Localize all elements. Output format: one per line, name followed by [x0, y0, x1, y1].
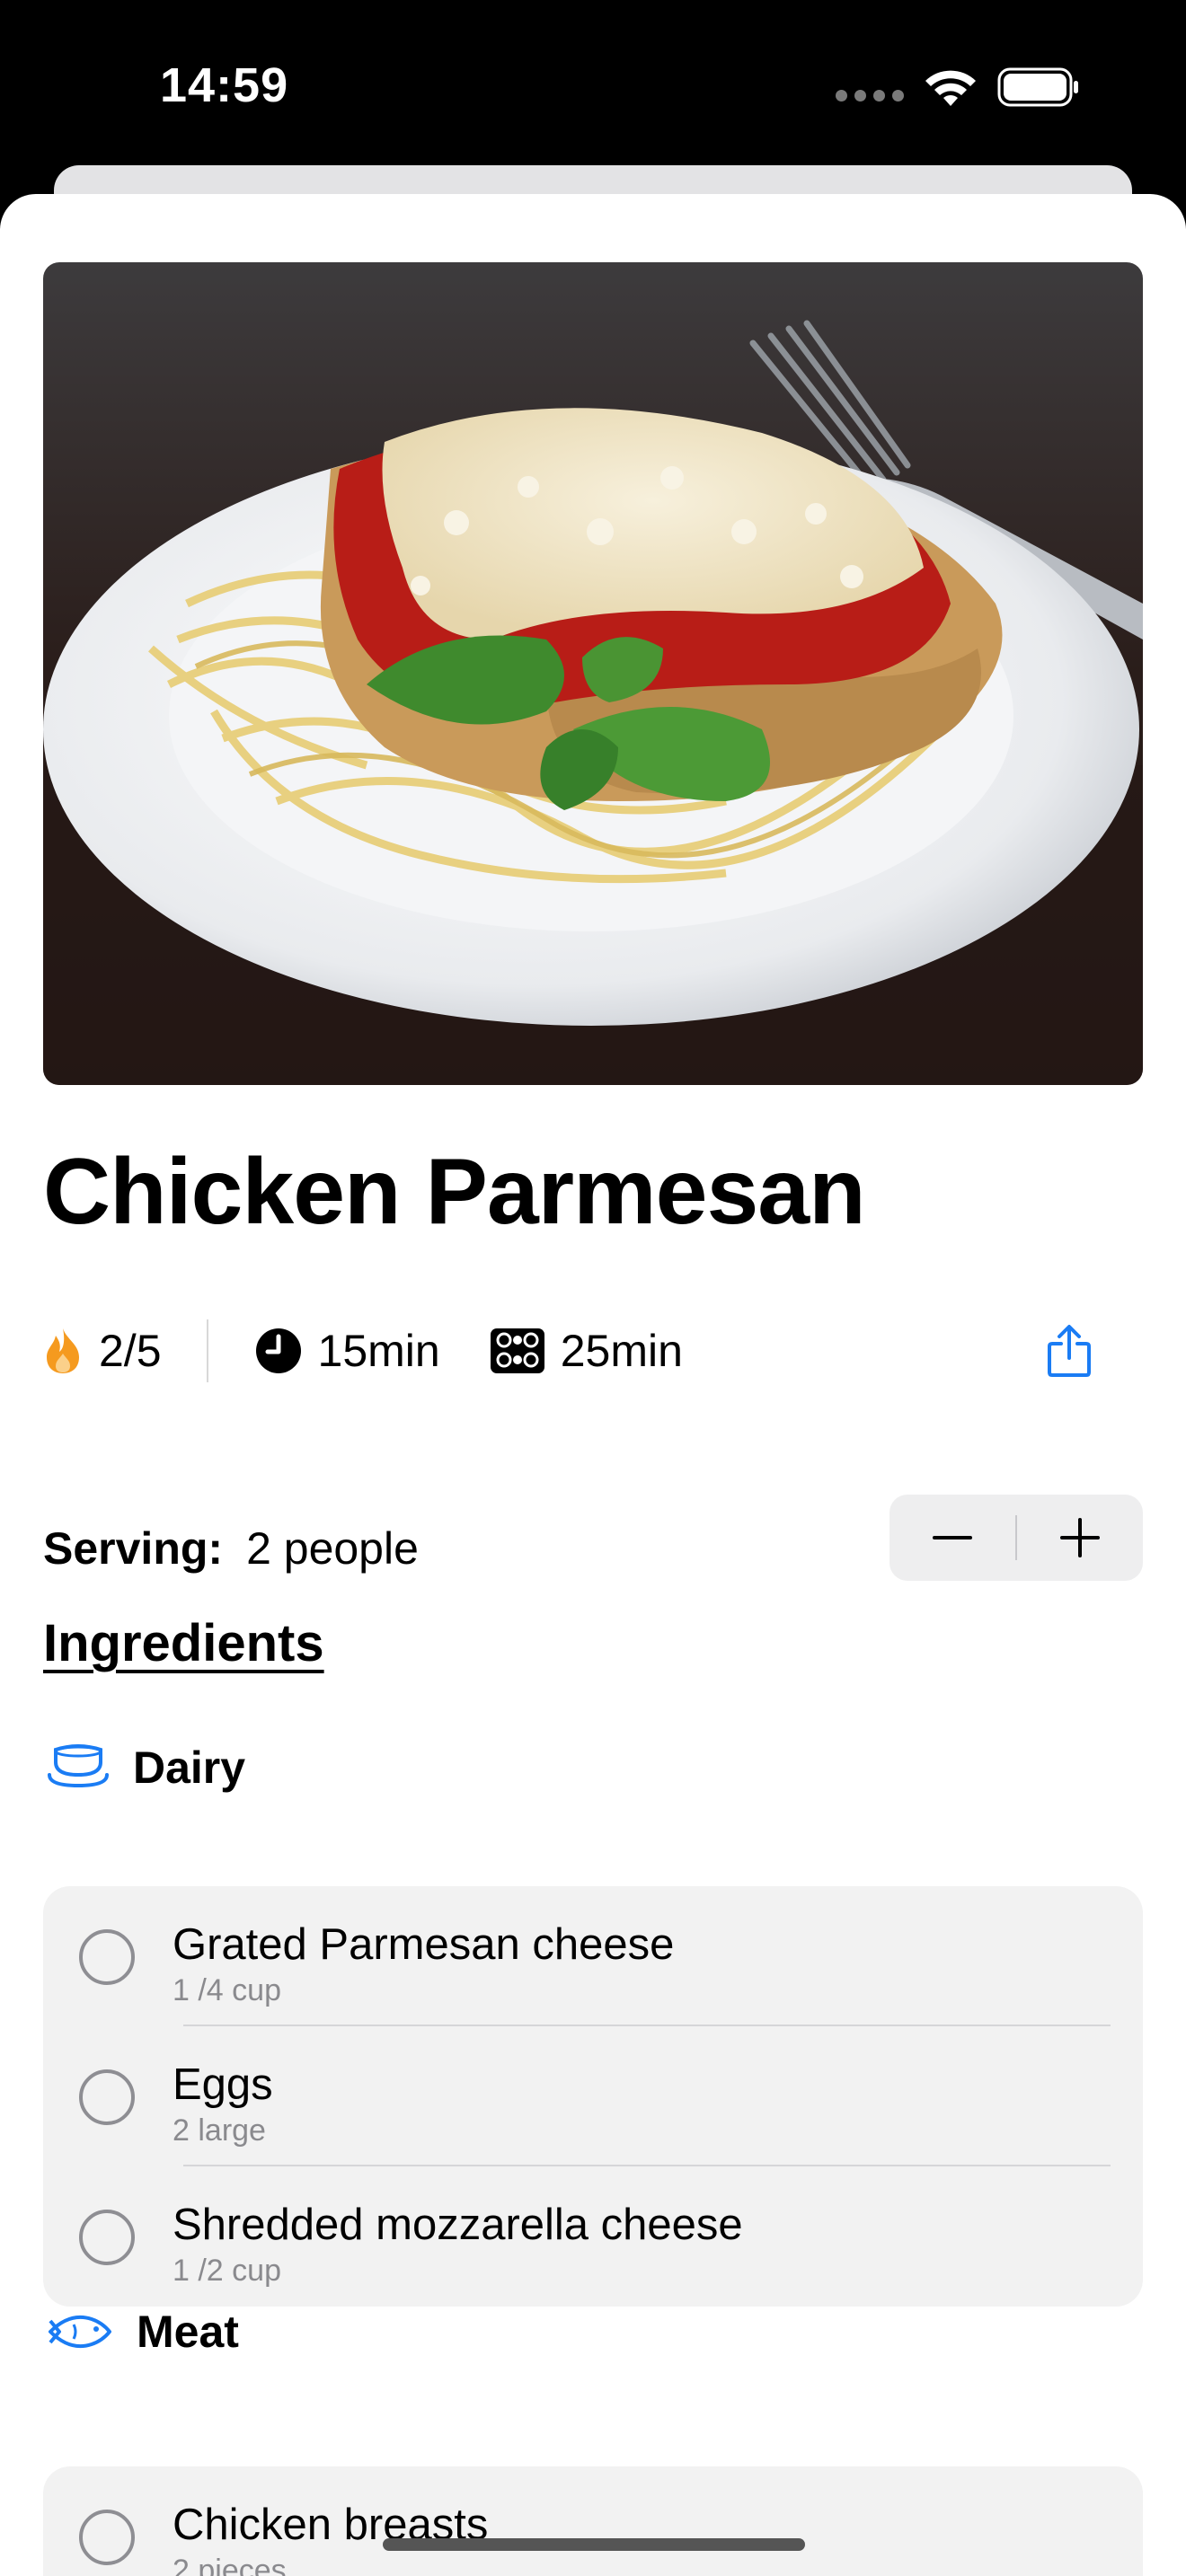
serving-label: Serving: — [43, 1523, 224, 1574]
share-icon — [1048, 1325, 1091, 1377]
ingredient-row: Chicken breasts 2 pieces — [43, 2466, 1143, 2576]
checkbox[interactable] — [79, 2210, 135, 2265]
ingredient-amount: 2 pieces — [173, 2554, 287, 2576]
cook-time: 25min — [490, 1325, 683, 1377]
difficulty-value: 2/5 — [99, 1326, 162, 1376]
cellular-signal-icon — [836, 89, 904, 101]
minus-icon — [933, 1536, 972, 1539]
fish-icon — [49, 2315, 111, 2349]
section-header-meat: Meat — [47, 2296, 239, 2368]
prep-time: 15min — [255, 1325, 440, 1377]
ingredient-row: Grated Parmesan cheese 1 /4 cup — [43, 1886, 1143, 2026]
serving-value: 2 people — [246, 1523, 419, 1574]
section-title-meat: Meat — [137, 2307, 239, 2357]
serving-row: Serving: 2 people — [43, 1513, 419, 1584]
status-time: 14:59 — [160, 58, 289, 112]
status-bar: 14:59 — [0, 0, 1186, 162]
ingredient-text: Eggs 2 large — [173, 2059, 273, 2150]
ingredient-text: Chicken breasts 2 pieces — [173, 2499, 488, 2576]
serving-stepper — [890, 1495, 1143, 1581]
home-indicator[interactable] — [383, 2538, 805, 2551]
prep-time-value: 15min — [317, 1326, 440, 1376]
increment-button[interactable] — [1017, 1495, 1143, 1581]
checkbox[interactable] — [79, 2069, 135, 2125]
decrement-button[interactable] — [890, 1495, 1015, 1581]
status-icons — [836, 66, 1080, 108]
cup-and-saucer-icon — [48, 1744, 109, 1788]
share-button[interactable] — [1033, 1313, 1105, 1389]
checkbox[interactable] — [79, 1929, 135, 1985]
ingredients-heading: Ingredients — [43, 1614, 324, 1672]
checkbox[interactable] — [79, 2510, 135, 2565]
ingredient-name: Eggs — [173, 2060, 273, 2109]
battery-icon — [997, 67, 1078, 107]
section-header-dairy: Dairy — [47, 1732, 245, 1804]
recipe-image — [43, 262, 1143, 1085]
section-title-dairy: Dairy — [133, 1742, 246, 1793]
ingredient-amount: 1 /4 cup — [173, 1973, 281, 2007]
recipe-sheet: Chicken Parmesan 2/5 15min 25min Serving… — [0, 194, 1186, 2576]
difficulty-rating: 2/5 — [43, 1325, 162, 1377]
ingredient-text: Grated Parmesan cheese 1 /4 cup — [173, 1919, 674, 2010]
plus-icon — [1060, 1518, 1100, 1557]
wifi-icon — [925, 70, 976, 106]
clock-icon — [255, 1328, 301, 1373]
ingredient-amount: 1 /2 cup — [173, 2254, 281, 2288]
meta-divider — [206, 1319, 208, 1382]
recipe-title: Chicken Parmesan — [43, 1140, 866, 1244]
ingredient-name: Grated Parmesan cheese — [173, 1920, 675, 1969]
ingredient-card-dairy: Grated Parmesan cheese 1 /4 cup Eggs 2 l… — [43, 1886, 1143, 2307]
ingredient-card-meat: Chicken breasts 2 pieces — [43, 2466, 1143, 2576]
stovetop-icon — [490, 1328, 544, 1373]
cook-time-value: 25min — [560, 1326, 683, 1376]
ingredient-amount: 2 large — [173, 2113, 266, 2148]
ingredient-row: Shredded mozzarella cheese 1 /2 cup — [43, 2166, 1143, 2307]
ingredient-text: Shredded mozzarella cheese 1 /2 cup — [173, 2199, 743, 2290]
ingredient-name: Shredded mozzarella cheese — [173, 2201, 743, 2249]
ingredient-row: Eggs 2 large — [43, 2026, 1143, 2166]
flame-icon — [47, 1328, 79, 1373]
recipe-meta: 2/5 15min 25min — [43, 1313, 683, 1389]
